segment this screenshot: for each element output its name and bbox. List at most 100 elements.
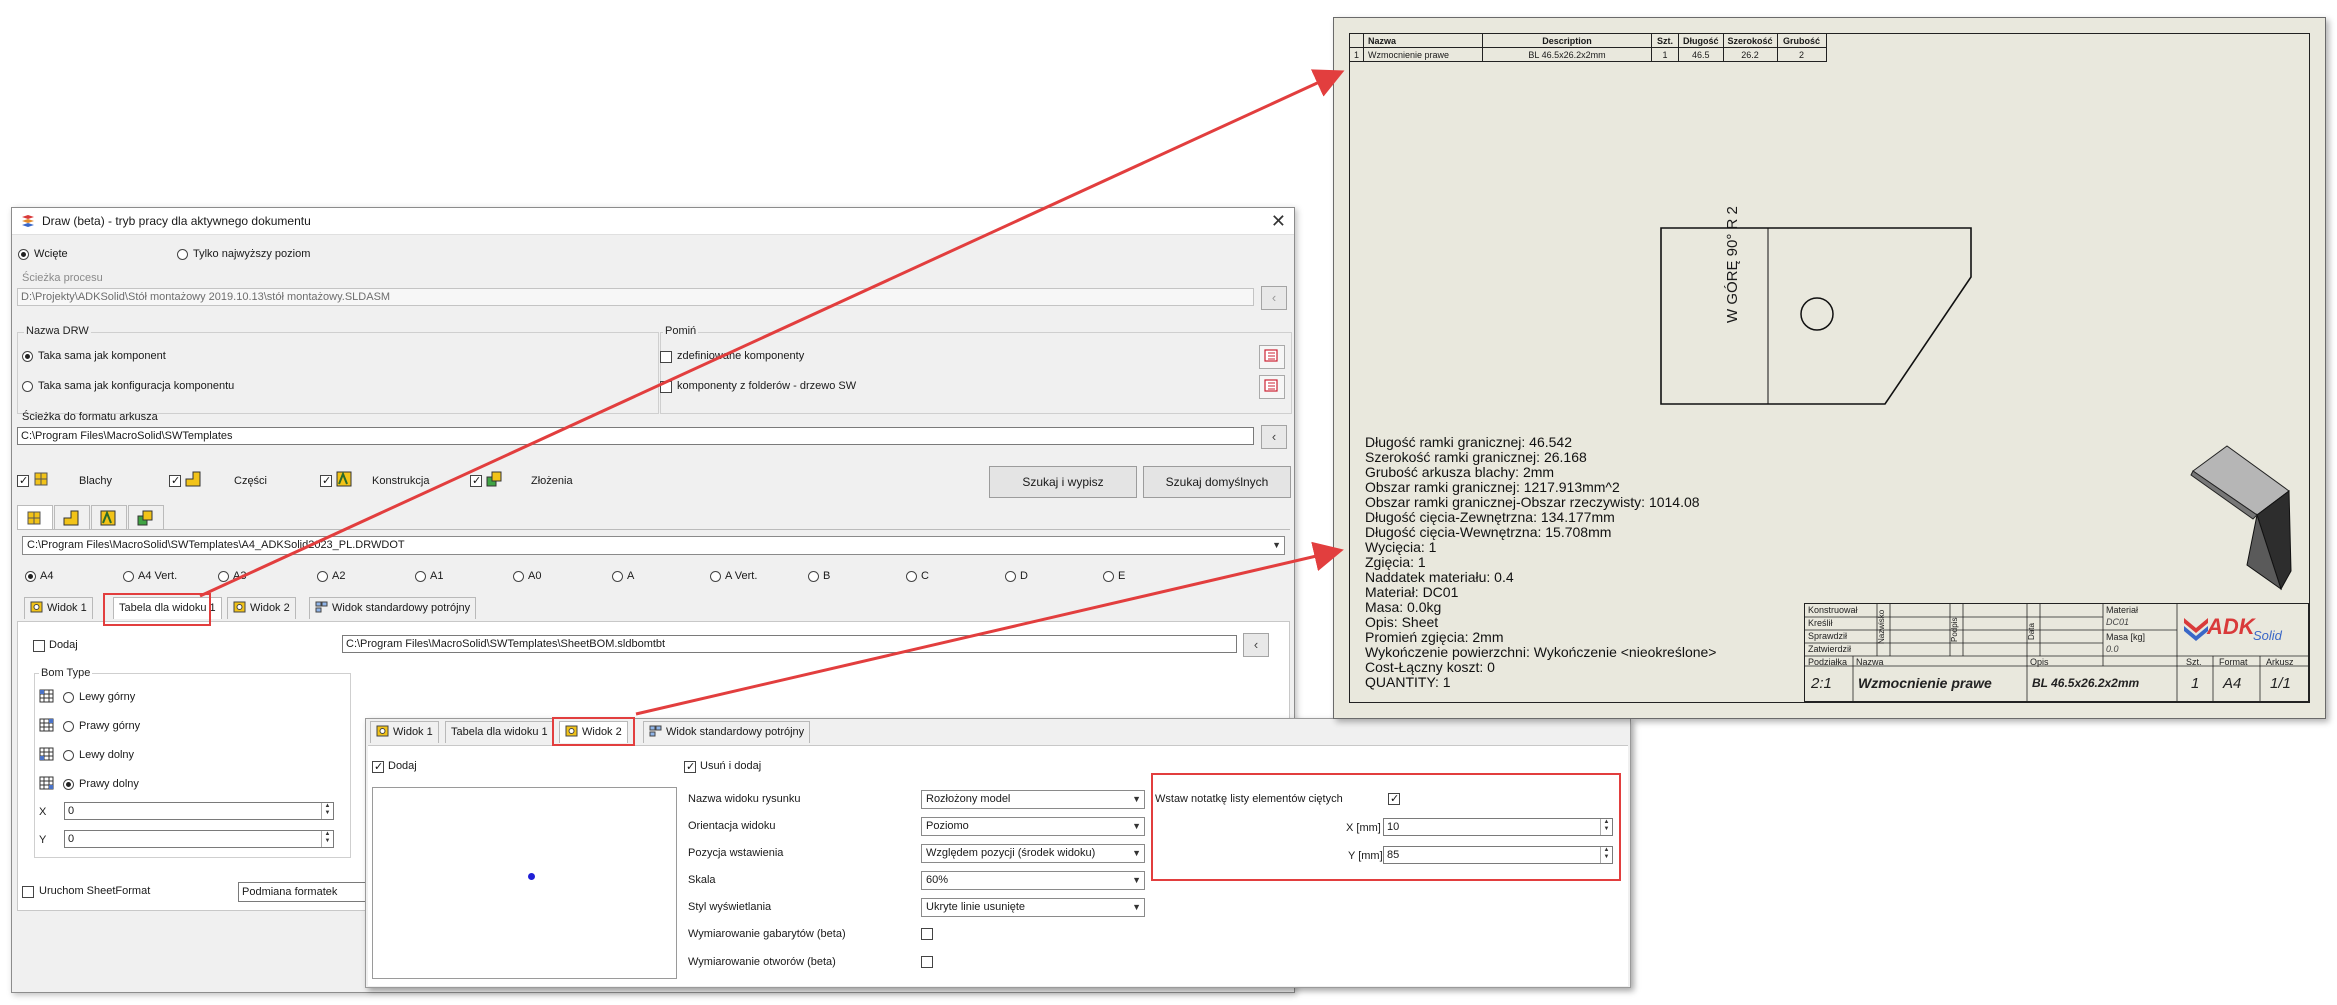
title-bar: Draw (beta) - tryb pracy dla aktywnego d… [12, 208, 1294, 235]
tab-standard-3-view[interactable]: Widok standardowy potrójny [643, 721, 811, 743]
tab-view-1[interactable]: Widok 1 [370, 721, 439, 743]
drw-same-as-config-radio[interactable] [22, 379, 33, 393]
skip-folders-list-button[interactable] [1259, 375, 1285, 399]
process-path-field: D:\Projekty\ADKSolid\Stół montażowy 2019… [17, 288, 1254, 306]
skip-defined-checkbox[interactable] [660, 349, 672, 363]
mode-wciete-label: Wcięte [34, 248, 68, 260]
tab-view-2[interactable]: Widok 2 [227, 597, 296, 619]
format-a2-radio[interactable] [317, 569, 328, 583]
view2-add-checkbox[interactable] [372, 759, 384, 773]
display-style-combo[interactable]: Ukryte linie usunięte ▼ [921, 898, 1145, 917]
format-a4-vert-radio[interactable] [123, 569, 134, 583]
hole-dims-label: Wymiarowanie otworów (beta) [688, 956, 836, 968]
sheet-format-path-field[interactable]: C:\Program Files\MacroSolid\SWTemplates [17, 427, 1254, 445]
property-line: Wykończenie powierzchni: Wykończenie <ni… [1365, 644, 1717, 660]
konstrukcja-checkbox[interactable] [320, 473, 332, 487]
format-a0-radio[interactable] [513, 569, 524, 583]
run-sheetformat-checkbox[interactable] [22, 884, 34, 898]
skip-folders-checkbox[interactable] [660, 379, 672, 393]
logo-subtext: Solid [2253, 628, 2282, 643]
format-value: A4 [2223, 675, 2242, 692]
format-d-radio[interactable] [1005, 569, 1016, 583]
drw-same-as-config-label: Taka sama jak konfiguracja komponentu [38, 380, 235, 392]
logo-chevron-icon [2184, 618, 2208, 641]
remove-and-add-checkbox[interactable] [684, 759, 696, 773]
konstrukcja-label: Konstrukcja [372, 475, 430, 487]
sheet-format-browse-button[interactable]: ‹ [1261, 425, 1287, 449]
table-add-checkbox[interactable] [33, 638, 45, 652]
mode-top-level-radio[interactable] [177, 247, 188, 261]
hole-dims-checkbox[interactable] [921, 954, 933, 968]
bom-template-field[interactable]: C:\Program Files\MacroSolid\SWTemplates\… [342, 635, 1237, 653]
bbox-dims-label: Wymiarowanie gabarytów (beta) [688, 928, 846, 940]
search-and-list-button[interactable]: Szukaj i wypisz [989, 466, 1137, 498]
bom-bottom-right-radio[interactable] [63, 777, 74, 791]
format-a4-radio[interactable] [25, 569, 36, 583]
format-e-radio[interactable] [1103, 569, 1114, 583]
view2-add-label: Dodaj [388, 760, 417, 772]
bom-x-label: X [39, 806, 47, 818]
bom-top-left-radio[interactable] [63, 690, 74, 704]
format-b-radio[interactable] [808, 569, 819, 583]
assembly-icon [137, 510, 153, 526]
preview-point [528, 873, 535, 880]
property-line: Cost-Łączny koszt: 0 [1365, 659, 1495, 675]
mass-value: 0.0 [2106, 644, 2119, 654]
close-icon[interactable]: ✕ [1271, 211, 1286, 232]
bom-bottom-left-radio[interactable] [63, 748, 74, 762]
bom-template-browse-button[interactable]: ‹ [1243, 633, 1269, 657]
replace-format-field[interactable]: Podmiana formatek [238, 882, 378, 902]
mode-wciete-radio[interactable] [18, 247, 29, 261]
tab-view-1[interactable]: Widok 1 [24, 597, 93, 619]
view-name-combo[interactable]: Rozłożony model ▼ [921, 790, 1145, 809]
bom-cell: Wzmocnienie prawe [1363, 47, 1484, 62]
chevron-down-icon: ▼ [1132, 875, 1141, 885]
bom-top-right-radio[interactable] [63, 719, 74, 733]
property-line: Długość cięcia-Wewnętrzna: 15.708mm [1365, 524, 1612, 540]
isometric-view [2190, 445, 2292, 591]
format-a-radio[interactable] [612, 569, 623, 583]
insert-position-combo[interactable]: Względem pozycji (środek widoku) ▼ [921, 844, 1145, 863]
format-a3-radio[interactable] [218, 569, 229, 583]
bom-cell: BL 46.5x26.2x2mm [1482, 47, 1653, 62]
material-label: Materiał [2106, 605, 2139, 615]
search-defaults-button[interactable]: Szukaj domyślnych [1143, 466, 1291, 498]
blachy-checkbox[interactable] [17, 473, 29, 487]
skip-group [660, 332, 1292, 414]
part-tab[interactable] [54, 505, 90, 530]
property-line: Wycięcia: 1 [1365, 539, 1437, 555]
highlight-view2-tab [552, 717, 635, 746]
bom-table: Nazwa Description Szt. Długość Szerokość… [1348, 33, 1827, 62]
format-label: A4 Vert. [138, 570, 178, 582]
bbox-dims-checkbox[interactable] [921, 926, 933, 940]
vertical-label: Nazwisko [1877, 609, 1886, 644]
assembly-tab[interactable] [128, 505, 164, 530]
format-c-radio[interactable] [906, 569, 917, 583]
process-path-browse-button[interactable]: ‹ [1261, 286, 1287, 310]
view-orientation-combo[interactable]: Poziomo ▼ [921, 817, 1145, 836]
display-style-label: Styl wyświetlania [688, 901, 772, 913]
view-tabs: Widok 1 Tabela dla widoku 1 Widok 2 Wido… [24, 597, 1290, 621]
zlozenia-checkbox[interactable] [470, 473, 482, 487]
drw-same-as-component-label: Taka sama jak komponent [38, 350, 166, 362]
sheetmetal-tab[interactable] [17, 505, 53, 530]
bom-y-input[interactable]: 0 ▲ ▼ [64, 830, 334, 848]
chevron-down-icon: ▼ [1132, 821, 1141, 831]
table-bottom-left-icon [39, 747, 54, 761]
weldment-tab[interactable] [91, 505, 127, 530]
bom-cell: 1 [1651, 47, 1680, 62]
czesci-checkbox[interactable] [169, 473, 181, 487]
format-a1-radio[interactable] [415, 569, 426, 583]
drawing-template-combo[interactable]: C:\Program Files\MacroSolid\SWTemplates\… [22, 536, 1285, 555]
tab-standard-3-view[interactable]: Widok standardowy potrójny [309, 597, 477, 619]
bom-x-input[interactable]: 0 ▲ ▼ [64, 802, 334, 820]
scale-combo[interactable]: 60% ▼ [921, 871, 1145, 890]
skip-defined-list-button[interactable] [1259, 345, 1285, 369]
list-icon [1264, 379, 1278, 392]
view-orientation-label: Orientacja widoku [688, 820, 776, 832]
format-a-vert-radio[interactable] [710, 569, 721, 583]
tab-table-view-1[interactable]: Tabela dla widoku 1 [445, 721, 554, 743]
view-icon [376, 725, 389, 737]
spinner-icon: ▲ ▼ [321, 803, 333, 819]
drw-same-as-component-radio[interactable] [22, 349, 33, 363]
